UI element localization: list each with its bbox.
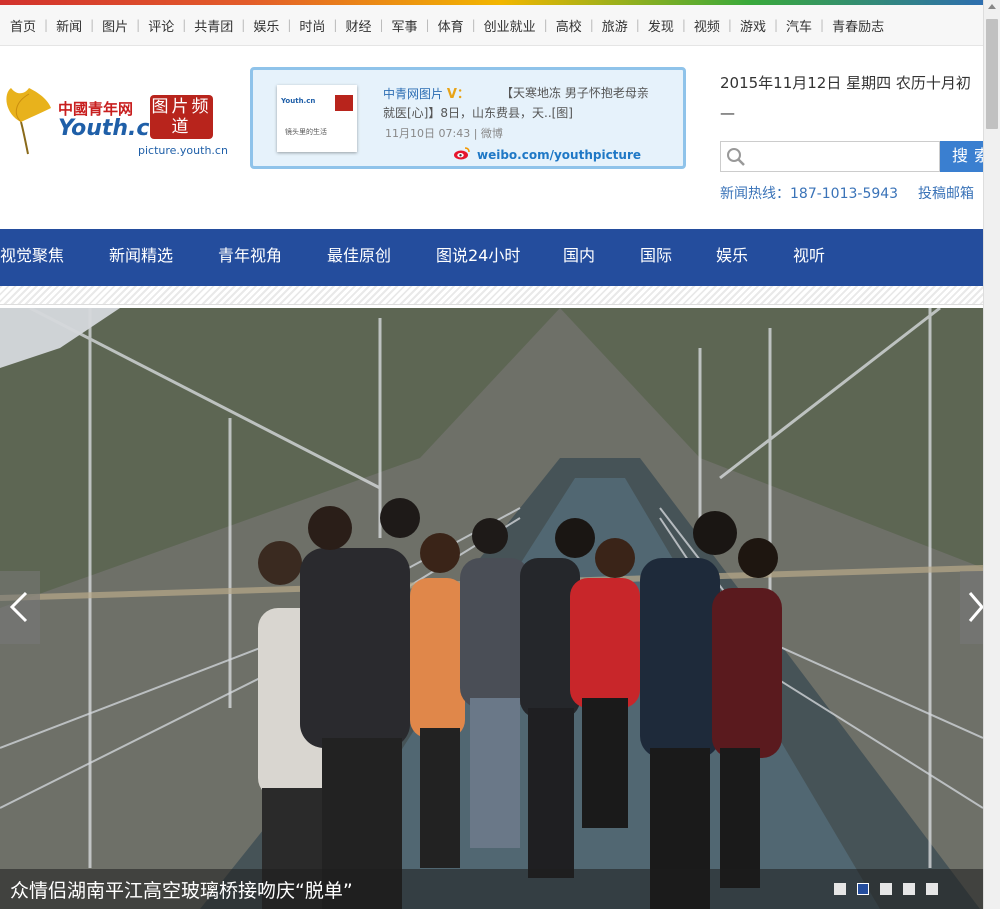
main-nav-item[interactable]: 娱乐	[716, 229, 748, 286]
top-nav-item: | 图片	[90, 16, 136, 35]
nav-divider	[0, 286, 983, 305]
prev-slide-button[interactable]	[0, 571, 40, 644]
top-nav-link[interactable]: 首页	[2, 16, 44, 35]
top-nav-item: | 创业就业	[472, 16, 544, 35]
weibo-avatar[interactable]: Youth.cn 镜头里的生活	[277, 85, 357, 152]
slide-dot[interactable]	[857, 883, 869, 895]
top-nav-item: | 游戏	[728, 16, 774, 35]
top-nav-link[interactable]: 共青团	[186, 16, 241, 35]
next-slide-button[interactable]	[960, 571, 983, 644]
news-hotline: 新闻热线：187-1013-5943	[720, 186, 899, 202]
search-icon	[727, 148, 745, 166]
chevron-left-icon	[9, 591, 28, 623]
top-nav-link[interactable]: 财经	[337, 16, 379, 35]
top-nav: 首页 | 新闻 | 图片 | 评论 | 共青团 | 娱乐 | 时尚 | 财经 | 军事 | 体育 | 创业就业 | 高校 | 旅…	[0, 5, 983, 46]
top-nav-link[interactable]: 创业就业	[476, 16, 544, 35]
top-nav-item: | 共青团	[182, 16, 241, 35]
top-nav-item: | 发现	[636, 16, 682, 35]
weibo-post-meta: 11月10日 07:43 | 微博	[385, 127, 503, 140]
scrollbar-thumb[interactable]	[986, 19, 998, 129]
top-nav-item: | 旅游	[590, 16, 636, 35]
date-display: 2015年11月12日 星期四 农历十月初 —	[720, 72, 971, 122]
hero-image[interactable]	[0, 308, 983, 909]
slide-dot[interactable]	[880, 883, 892, 895]
top-nav-item: | 视频	[682, 16, 728, 35]
search-box	[720, 141, 940, 172]
top-nav-link[interactable]: 高校	[548, 16, 590, 35]
hero-slideshow[interactable]: 众情侣湖南平江高空玻璃桥接吻庆“脱单”	[0, 308, 983, 909]
avatar-caption: 镜头里的生活	[285, 128, 327, 136]
slide-dot[interactable]	[834, 883, 846, 895]
top-nav-item: | 汽车	[774, 16, 820, 35]
top-nav-item: | 新闻	[44, 16, 90, 35]
main-nav-item[interactable]: 国际	[640, 229, 672, 286]
top-nav-link[interactable]: 旅游	[594, 16, 636, 35]
slide-caption[interactable]: 众情侣湖南平江高空玻璃桥接吻庆“脱单”	[10, 876, 353, 903]
top-nav-item: | 时尚	[287, 16, 333, 35]
vertical-scrollbar[interactable]	[983, 0, 1000, 909]
site-logo[interactable]: 中國青年网 Youth.cn 图片频道 picture.youth.cn	[0, 84, 228, 160]
avatar-logo-text: Youth.cn	[281, 97, 316, 105]
date-text: 2015年11月12日 星期四 农历十月初	[720, 74, 971, 92]
search-input[interactable]	[751, 144, 935, 170]
top-nav-link[interactable]: 图片	[94, 16, 136, 35]
top-nav-link[interactable]: 视频	[686, 16, 728, 35]
top-nav-link[interactable]: 体育	[430, 16, 472, 35]
top-nav-link[interactable]: 青春励志	[824, 16, 892, 35]
avatar-seal	[335, 95, 353, 111]
weibo-post-text[interactable]: 【天寒地冻 男子怀抱老母亲就医[心]】8日，山东费县，天..[图]	[383, 83, 653, 123]
weibo-post-time: 11月10日 07:43	[385, 127, 471, 140]
main-nav-item[interactable]: 最佳原创	[327, 229, 391, 286]
main-nav-item[interactable]: 青年视角	[218, 229, 282, 286]
weibo-link[interactable]: weibo.com/youthpicture	[453, 148, 641, 162]
top-nav-item: | 体育	[426, 16, 472, 35]
top-nav-item: | 娱乐	[241, 16, 287, 35]
top-nav-item: | 军事	[379, 16, 425, 35]
slide-indicators	[834, 883, 938, 895]
main-nav-item[interactable]: 图说24小时	[436, 229, 520, 286]
top-nav-link[interactable]: 娱乐	[245, 16, 287, 35]
top-nav-item: | 财经	[333, 16, 379, 35]
submission-email-link[interactable]: 投稿邮箱	[918, 183, 974, 203]
weibo-post-via[interactable]: 微博	[481, 127, 503, 140]
top-nav-link[interactable]: 时尚	[291, 16, 333, 35]
top-nav-item: | 青春励志	[820, 16, 892, 35]
weibo-post-content: 【天寒地冻 男子怀抱老母亲就医[心]】8日，山东费县，天..[图]	[383, 86, 649, 120]
slide-dot[interactable]	[903, 883, 915, 895]
top-nav-link[interactable]: 汽车	[778, 16, 820, 35]
chevron-right-icon	[968, 592, 983, 622]
top-nav-item: | 高校	[544, 16, 590, 35]
top-nav-item: 首页	[2, 16, 44, 35]
scroll-up-arrow-icon[interactable]	[988, 4, 996, 9]
top-nav-link[interactable]: 新闻	[48, 16, 90, 35]
slide-dot[interactable]	[926, 883, 938, 895]
weibo-card[interactable]: Youth.cn 镜头里的生活 中青网图片 V： 【天寒地冻 男子怀抱老母亲就医…	[250, 67, 686, 169]
ginkgo-leaf-icon	[6, 88, 51, 155]
top-nav-link[interactable]: 游戏	[732, 16, 774, 35]
top-nav-link[interactable]: 评论	[140, 16, 182, 35]
main-nav-item[interactable]: 视听	[793, 229, 825, 286]
top-nav-link[interactable]: 军事	[384, 16, 426, 35]
logo-url: picture.youth.cn	[138, 144, 228, 157]
main-nav-item[interactable]: 国内	[563, 229, 595, 286]
main-nav-item[interactable]: 视觉聚焦	[0, 229, 64, 286]
top-nav-link[interactable]: 发现	[640, 16, 682, 35]
top-nav-item: | 评论	[136, 16, 182, 35]
channel-seal: 图片频道	[150, 95, 213, 139]
main-nav-item[interactable]: 新闻精选	[109, 229, 173, 286]
weibo-link-text: weibo.com/youthpicture	[477, 148, 642, 162]
date-dash: —	[720, 104, 735, 122]
main-nav: 视觉聚焦 新闻精选 青年视角 最佳原创 图说24小时 国内 国际 娱乐 视听	[0, 229, 983, 286]
